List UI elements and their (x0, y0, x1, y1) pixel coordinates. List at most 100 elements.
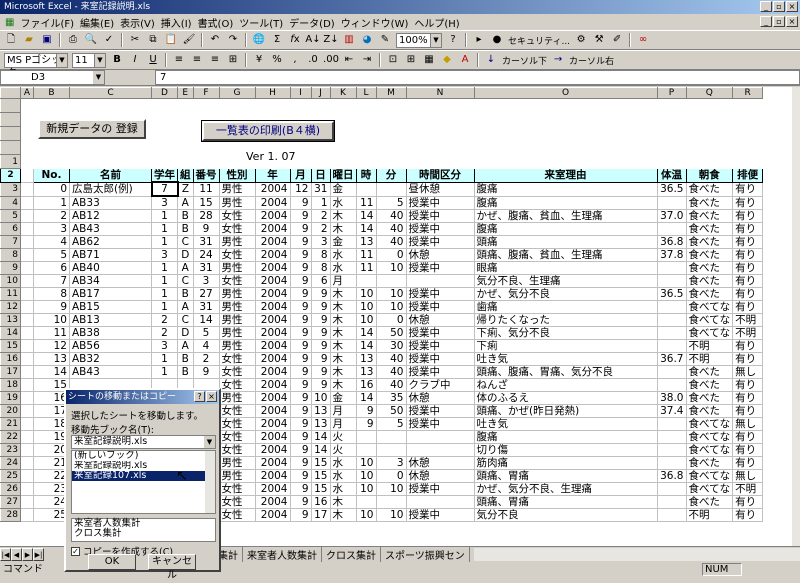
cell[interactable]: 9 (289, 404, 312, 418)
cell[interactable]: A (177, 261, 194, 275)
doc-close-button[interactable]: × (786, 16, 798, 27)
minimize-button[interactable]: _ (760, 1, 772, 12)
cell[interactable]: 食べた (685, 391, 734, 405)
cell[interactable]: AB33 (69, 195, 152, 210)
column-header[interactable]: L (355, 87, 377, 99)
cell[interactable]: 筋肉痛 (473, 456, 658, 470)
cell[interactable]: 15 (310, 482, 331, 496)
cell[interactable]: 11 (355, 248, 377, 262)
row-header[interactable]: 24 (0, 456, 21, 470)
cell[interactable]: 授業中 (405, 195, 475, 210)
cell[interactable] (20, 261, 34, 275)
cell[interactable]: 広島太郎(例) (69, 181, 152, 197)
cell[interactable]: 頭痛、胃痛 (473, 469, 658, 483)
cell[interactable]: B (177, 209, 194, 223)
cell[interactable]: 男性 (218, 287, 256, 301)
cell[interactable]: 2004 (254, 339, 291, 353)
column-title[interactable]: 日 (310, 168, 331, 183)
cell[interactable]: 食べた (685, 287, 734, 301)
cell[interactable]: 9 (310, 326, 331, 340)
cell[interactable]: 授業中 (405, 417, 475, 431)
cell[interactable]: 女性 (218, 495, 256, 509)
cell[interactable] (20, 209, 34, 223)
cell[interactable]: 3 (310, 235, 331, 249)
cell[interactable]: 10 (375, 300, 407, 314)
cell[interactable]: 7 (150, 181, 179, 197)
cell[interactable] (656, 495, 687, 509)
cell[interactable]: 女性 (218, 248, 256, 262)
doc-minimize-button[interactable]: _ (760, 16, 772, 27)
cell[interactable] (355, 430, 377, 444)
cell[interactable] (20, 456, 34, 470)
fill-color-icon[interactable]: ◆ (439, 52, 455, 68)
cell[interactable]: 28 (192, 209, 220, 223)
align-center-icon[interactable]: ≡ (189, 52, 205, 68)
cell[interactable]: 36.5 (656, 181, 687, 197)
cell[interactable]: 有り (732, 248, 764, 262)
cell[interactable]: 授業中 (405, 339, 475, 353)
cell[interactable]: 食べた (685, 365, 734, 379)
cell[interactable]: 気分不良 (473, 508, 658, 522)
cell[interactable]: 食べてな (685, 326, 734, 340)
cell[interactable]: 月 (329, 417, 357, 431)
cell[interactable]: 木 (329, 287, 357, 301)
column-title[interactable]: 組 (177, 168, 194, 183)
row-header[interactable]: 12 (0, 300, 21, 314)
cell[interactable]: 2004 (254, 482, 291, 496)
record-macro-icon[interactable]: ● (489, 32, 505, 48)
cell[interactable]: 女性 (218, 209, 256, 223)
spelling-icon[interactable]: ✓ (101, 32, 117, 48)
cell[interactable]: AB12 (69, 209, 152, 223)
cell[interactable]: 2004 (254, 352, 291, 366)
cell[interactable] (20, 495, 34, 509)
cell[interactable] (656, 482, 687, 496)
cell[interactable]: 女性 (218, 430, 256, 444)
percent-icon[interactable]: % (269, 52, 285, 68)
cell[interactable]: D (177, 248, 194, 262)
border-box-icon[interactable]: ▦ (421, 52, 437, 68)
italic-icon[interactable]: I (127, 52, 143, 68)
cell[interactable]: 8 (33, 287, 70, 301)
cell[interactable]: 9 (289, 443, 312, 457)
cell[interactable]: 授業中 (405, 287, 475, 301)
cell[interactable]: 0 (375, 313, 407, 327)
cell[interactable]: 5 (375, 195, 407, 210)
sheet-tab-sports[interactable]: スポーツ振興セン (381, 547, 470, 562)
cell[interactable]: 10 (355, 469, 377, 483)
cell[interactable]: 木 (329, 300, 357, 314)
cell[interactable]: 食べた (685, 456, 734, 470)
cell[interactable]: 3 (151, 339, 178, 353)
column-header[interactable]: H (254, 87, 291, 99)
cell[interactable]: 女性 (218, 378, 256, 392)
cell[interactable]: 有り (732, 261, 764, 275)
cell[interactable]: 9 (192, 222, 220, 236)
cell[interactable]: 2 (151, 313, 178, 327)
vertical-scrollbar[interactable] (792, 87, 800, 546)
decrease-decimal-icon[interactable]: .00 (323, 52, 339, 68)
row-header[interactable] (0, 98, 21, 113)
cell[interactable]: 眼痛 (473, 261, 658, 275)
close-button[interactable]: × (786, 1, 798, 12)
cell[interactable] (20, 274, 34, 288)
cell[interactable]: B (177, 365, 194, 379)
cell[interactable]: 2004 (254, 300, 291, 314)
cell[interactable] (405, 430, 475, 444)
cell[interactable]: 有り (732, 352, 764, 366)
row-header[interactable]: 19 (0, 391, 21, 405)
cell[interactable]: 木 (329, 495, 357, 509)
design-mode-icon[interactable]: ✐ (609, 32, 625, 48)
cell[interactable]: 2004 (254, 469, 291, 483)
list-item[interactable]: (新しいブック) (72, 451, 215, 461)
column-header[interactable]: I (289, 87, 312, 99)
cell[interactable]: 男性 (218, 300, 256, 314)
dialog-help-button[interactable]: ? (194, 391, 205, 402)
cell[interactable]: 水 (329, 195, 357, 210)
cell[interactable]: 30 (375, 339, 407, 353)
cell[interactable]: 男性 (218, 313, 256, 327)
cell[interactable]: 有り (732, 456, 764, 470)
cell[interactable]: 10 (375, 261, 407, 275)
cell[interactable]: 11 (33, 326, 70, 340)
cell[interactable]: 2 (151, 326, 178, 340)
row-header[interactable]: 17 (0, 365, 21, 379)
cell[interactable]: 15 (310, 456, 331, 470)
